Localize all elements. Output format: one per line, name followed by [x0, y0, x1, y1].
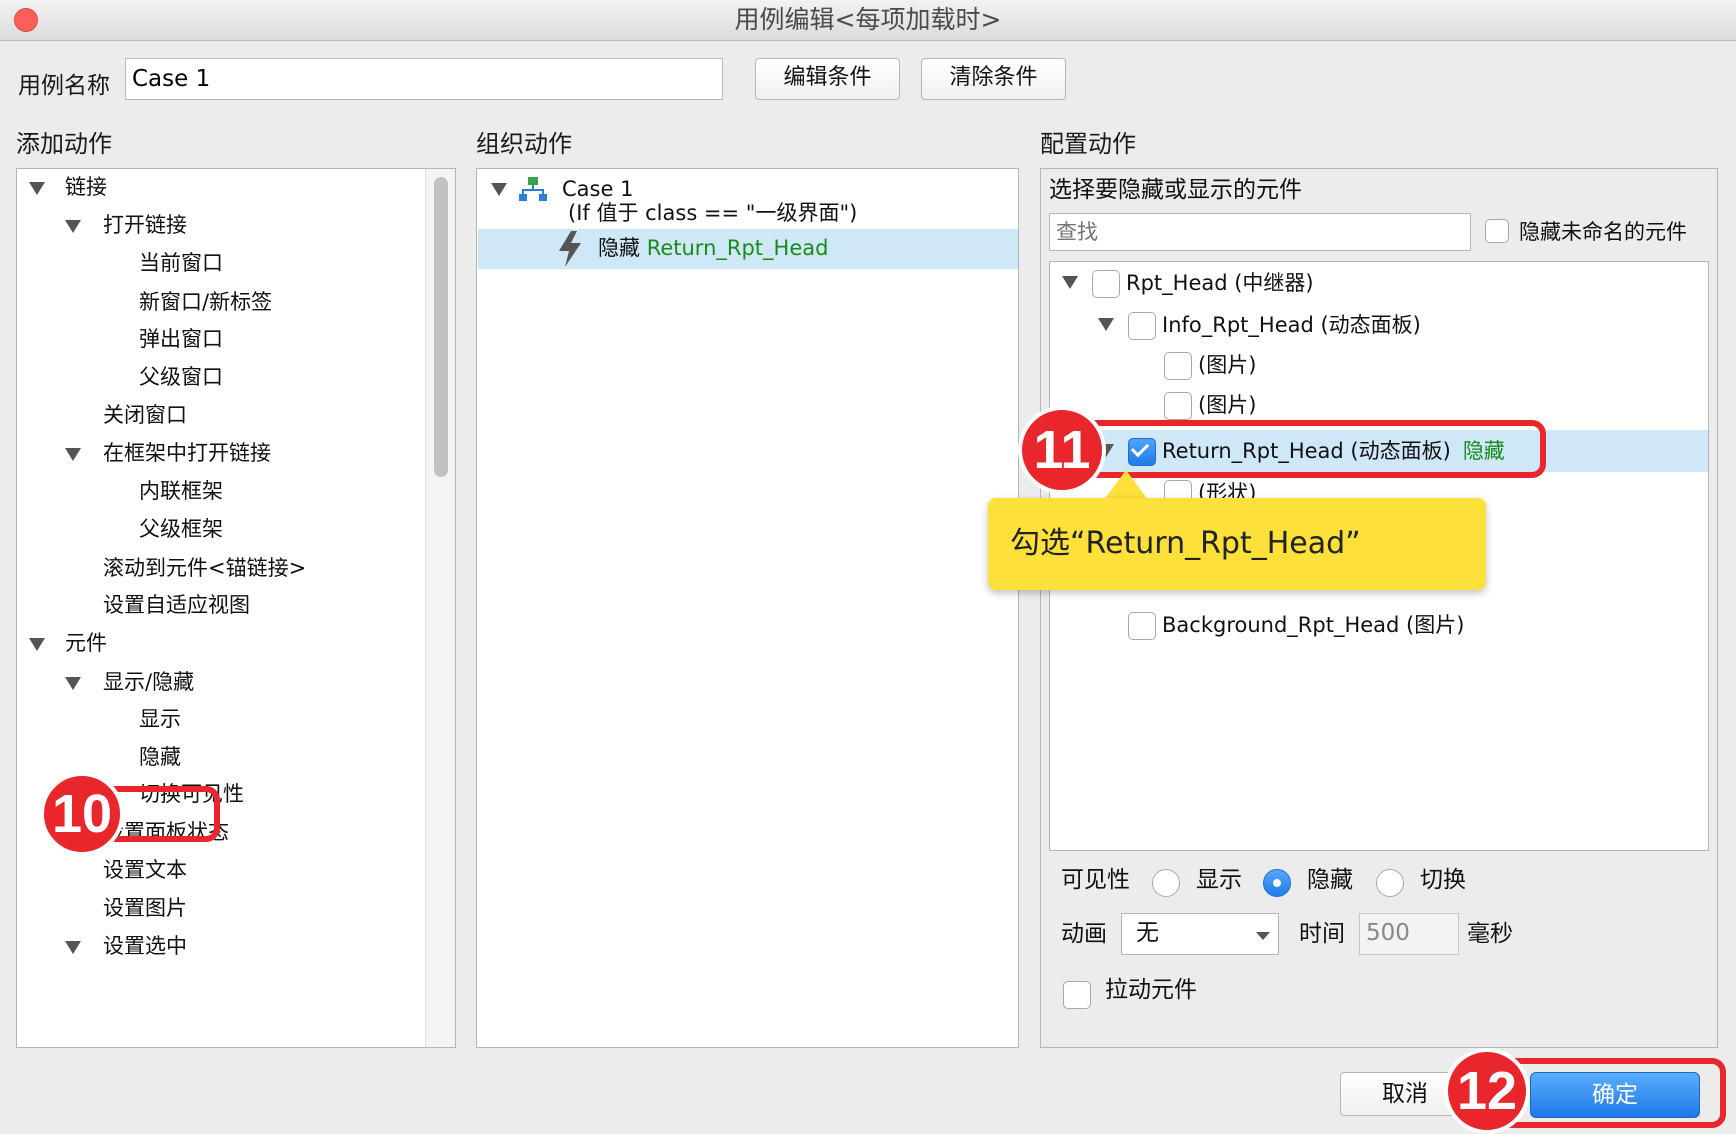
element-checkbox[interactable]	[1128, 312, 1156, 340]
add-action-item[interactable]: 设置选中	[103, 931, 187, 961]
element-tree-row[interactable]: Info_Rpt_Head (动态面板)	[1162, 310, 1421, 340]
hide-unnamed-label: 隐藏未命名的元件	[1519, 220, 1687, 244]
step11-badge: 11	[1018, 406, 1106, 494]
add-action-item[interactable]: 链接	[65, 172, 107, 202]
tree-expander-icon[interactable]	[29, 182, 45, 195]
tree-expander-icon[interactable]	[65, 220, 81, 233]
tooltip-arrow	[1104, 470, 1148, 500]
element-label: Background_Rpt_Head (图片)	[1162, 613, 1465, 637]
tree-expander-icon[interactable]	[65, 941, 81, 954]
element-tree-row[interactable]: Background_Rpt_Head (图片)	[1162, 610, 1464, 640]
chevron-down-icon	[1256, 932, 1270, 940]
step10-badge: 10	[40, 772, 124, 856]
time-unit: 毫秒	[1467, 921, 1513, 947]
element-tree-row[interactable]: (图片)	[1198, 350, 1256, 380]
element-label: (图片)	[1198, 353, 1257, 377]
add-action-item[interactable]: 隐藏	[139, 742, 181, 772]
tree-expander-icon[interactable]	[29, 638, 45, 651]
add-action-item[interactable]: 关闭窗口	[103, 400, 187, 430]
add-action-item[interactable]: 打开链接	[103, 210, 187, 240]
element-checkbox[interactable]	[1128, 612, 1156, 640]
element-checkbox[interactable]	[1164, 352, 1192, 380]
element-checkbox[interactable]	[1092, 270, 1120, 298]
animation-label: 动画	[1061, 921, 1107, 947]
element-search-input[interactable]	[1049, 213, 1471, 251]
add-action-item[interactable]: 显示	[139, 704, 181, 734]
add-action-item[interactable]: 设置图片	[103, 893, 187, 923]
case-expander-icon[interactable]	[491, 183, 507, 196]
animation-value: 无	[1136, 920, 1159, 946]
add-action-item[interactable]: 显示/隐藏	[103, 667, 194, 697]
window-title: 用例编辑<每项加载时>	[734, 5, 1002, 34]
add-action-item[interactable]: 内联框架	[139, 476, 223, 506]
configure-action-title: 配置动作	[1040, 130, 1136, 158]
tree-expander-icon[interactable]	[65, 677, 81, 690]
visibility-show-label: 显示	[1196, 867, 1242, 893]
add-action-item[interactable]: 元件	[65, 628, 107, 658]
element-label: Rpt_Head (中继器)	[1126, 271, 1314, 295]
add-action-item[interactable]: 在框架中打开链接	[103, 438, 271, 468]
hide-unnamed-checkbox[interactable]	[1485, 219, 1509, 243]
add-action-item[interactable]: 设置文本	[103, 855, 187, 885]
element-tree-row[interactable]: Rpt_Head (中继器)	[1126, 268, 1314, 298]
add-action-panel[interactable]: 链接打开链接当前窗口新窗口/新标签 弹出窗口父级窗口关闭窗口在框架中打开链接内联框…	[16, 168, 456, 1048]
add-action-item[interactable]: 新窗口/新标签	[139, 287, 272, 317]
time-value: 500	[1366, 920, 1410, 946]
add-action-item[interactable]: 设置自适应视图	[103, 590, 250, 620]
action-target: Return_Rpt_Head	[646, 236, 829, 260]
animation-select[interactable]: 无	[1121, 913, 1279, 955]
step11-highlight-box	[1078, 420, 1546, 478]
clear-condition-button[interactable]: 清除条件	[921, 58, 1066, 100]
visibility-label: 可见性	[1061, 867, 1130, 893]
add-action-scrollbar[interactable]	[425, 169, 455, 1047]
action-verb: 隐藏	[598, 236, 640, 260]
add-action-item[interactable]: 滚动到元件<锚链接>	[103, 553, 306, 583]
element-label: (图片)	[1198, 393, 1257, 417]
add-action-item[interactable]: 父级窗口	[139, 362, 223, 392]
visibility-hide-label: 隐藏	[1307, 867, 1353, 893]
case-name-label: 用例名称	[18, 73, 110, 99]
configure-heading: 选择要隐藏或显示的元件	[1049, 177, 1302, 203]
tree-expander-icon[interactable]	[1098, 318, 1114, 331]
annotation-tooltip: 勾选“Return_Rpt_Head”	[988, 498, 1486, 590]
annotation-tooltip-text: 勾选“Return_Rpt_Head”	[1010, 526, 1361, 561]
visibility-show-radio[interactable]	[1152, 869, 1180, 897]
case-name-input[interactable]	[125, 58, 723, 100]
step12-badge: 12	[1444, 1048, 1530, 1134]
lightning-icon	[559, 231, 581, 267]
tree-expander-icon[interactable]	[1062, 276, 1078, 289]
case-condition: (If 值于 class == "一级界面")	[568, 201, 858, 225]
organize-action-panel[interactable]: Case 1 (If 值于 class == "一级界面") 隐藏 Return…	[476, 168, 1019, 1048]
add-action-item[interactable]: 弹出窗口	[139, 324, 223, 354]
time-input[interactable]: 500	[1359, 913, 1459, 955]
element-checkbox[interactable]	[1164, 392, 1192, 420]
visibility-toggle-radio[interactable]	[1376, 869, 1404, 897]
add-action-scrollbar-thumb[interactable]	[434, 177, 448, 477]
element-tree-row[interactable]: (图片)	[1198, 390, 1256, 420]
add-action-title: 添加动作	[16, 130, 112, 158]
organize-action-title: 组织动作	[476, 130, 572, 158]
configure-action-panel: 选择要隐藏或显示的元件 隐藏未命名的元件 Rpt_Head (中继器) Info_…	[1040, 168, 1718, 1048]
drag-element-label: 拉动元件	[1105, 977, 1197, 1003]
visibility-toggle-label: 切换	[1420, 867, 1466, 893]
case-tree-icon	[519, 177, 547, 201]
drag-element-checkbox[interactable]	[1063, 981, 1091, 1009]
time-label: 时间	[1299, 921, 1345, 947]
edit-condition-button[interactable]: 编辑条件	[755, 58, 900, 100]
element-label: Info_Rpt_Head (动态面板)	[1162, 313, 1421, 337]
add-action-item[interactable]: 当前窗口	[139, 248, 223, 278]
visibility-hide-radio[interactable]	[1263, 869, 1291, 897]
tree-expander-icon[interactable]	[65, 448, 81, 461]
add-action-item[interactable]: 父级框架	[139, 514, 223, 544]
